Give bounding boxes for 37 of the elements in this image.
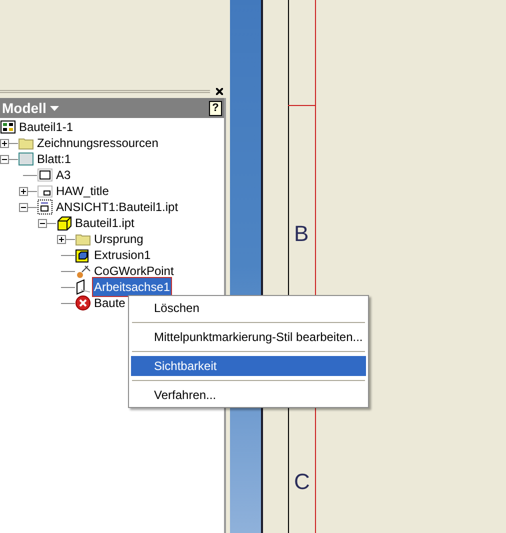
tree-item[interactable]: Arbeitsachse1 (93, 278, 172, 296)
drawing-view-icon (37, 199, 53, 215)
work-axis-icon (75, 279, 91, 295)
menu-item[interactable]: Sichtbarkeit (131, 356, 366, 376)
expand-icon[interactable] (19, 186, 28, 196)
cube-icon (56, 215, 72, 231)
tree-item[interactable]: CoGWorkPoint (93, 262, 175, 280)
sheet-icon (18, 151, 34, 167)
zone-label: B (294, 222, 309, 246)
expand-icon[interactable] (57, 234, 66, 244)
title-block-icon (37, 183, 53, 199)
zone-label: C (294, 470, 310, 494)
work-point-icon (75, 263, 91, 279)
close-icon[interactable] (216, 88, 223, 94)
tree-item[interactable]: Bauteil1.ipt (74, 214, 136, 232)
menu-item[interactable]: Löschen (131, 298, 366, 318)
frame-icon (37, 167, 53, 183)
caret-icon[interactable] (50, 106, 60, 110)
tree-item[interactable]: Zeichnungsressourcen (36, 134, 160, 152)
error-icon (75, 295, 91, 311)
menu-item[interactable]: Verfahren... (131, 385, 366, 405)
tree-item[interactable]: A3 (55, 166, 72, 184)
tree-item[interactable]: Baute (93, 294, 126, 312)
expand-icon[interactable] (0, 138, 9, 148)
panel-title[interactable]: Modell (2, 98, 46, 118)
collapse-icon[interactable] (38, 218, 47, 228)
menu-item[interactable]: Mittelpunktmarkierung-Stil bearbeiten... (131, 327, 366, 347)
tree-item[interactable]: Blatt:1 (36, 150, 72, 168)
tree-item[interactable]: Extrusion1 (93, 246, 152, 264)
tree-item[interactable]: Ursprung (93, 230, 144, 248)
tree-item[interactable]: HAW_title (55, 182, 110, 200)
tree-item[interactable]: ANSICHT1:Bauteil1.ipt (55, 198, 180, 216)
tree-item[interactable]: Bauteil1-1 (18, 118, 74, 136)
collapse-icon[interactable] (19, 202, 28, 212)
extrusion-icon (75, 247, 91, 263)
help-button[interactable]: ? (209, 100, 222, 116)
collapse-icon[interactable] (0, 154, 9, 164)
